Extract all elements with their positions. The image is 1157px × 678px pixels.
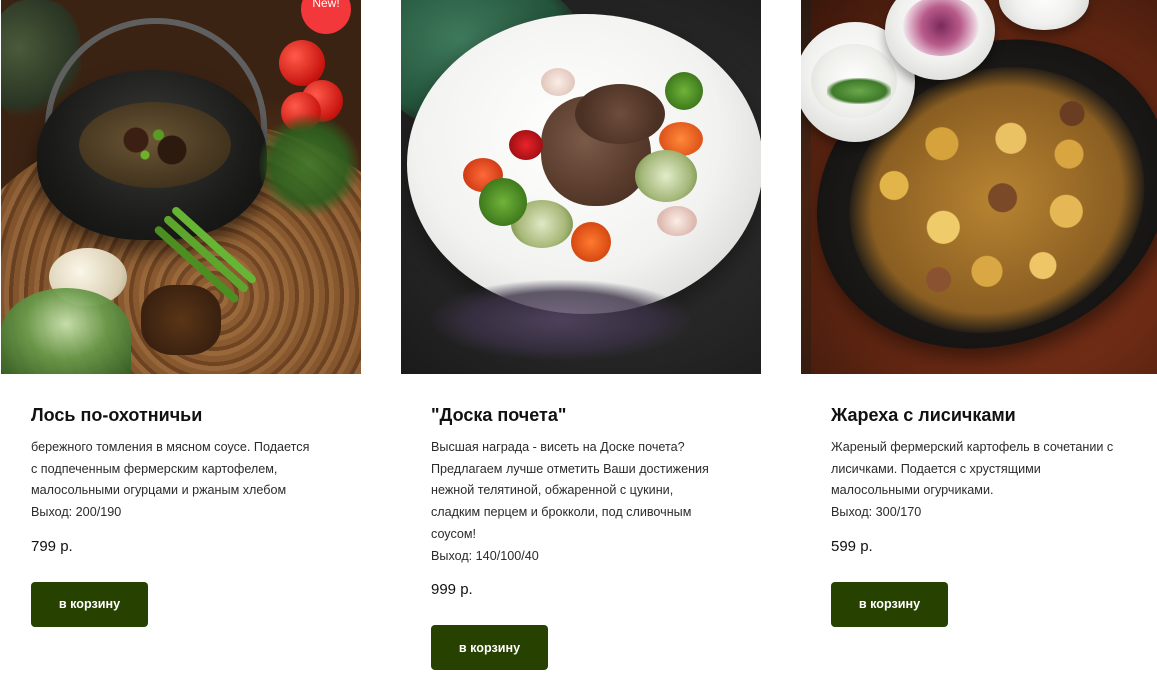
rye-bread (141, 285, 221, 355)
add-to-cart-button[interactable]: в корзину (431, 625, 548, 671)
broccoli (665, 72, 703, 110)
veal (575, 84, 665, 144)
onion (541, 68, 575, 96)
product-price: 599 р. (831, 537, 873, 555)
product-card: New! Лось по-охотничьи бережного томлени… (1, 0, 361, 627)
product-description: бережного томления в мясном соусе. Подае… (31, 440, 310, 498)
zucchini (635, 150, 697, 202)
red-pepper (509, 130, 543, 160)
product-title[interactable]: "Доска почета" (431, 404, 731, 426)
onion (657, 206, 697, 236)
product-card: Жареха с лисичками Жареный фермерский ка… (801, 0, 1157, 627)
product-price: 999 р. (431, 581, 473, 599)
broccoli (479, 178, 527, 226)
pickles-jar (1, 288, 131, 374)
product-title[interactable]: Лось по-охотничьи (31, 404, 331, 426)
product-photo[interactable] (401, 0, 761, 374)
product-photo[interactable]: New! (1, 0, 361, 374)
dill (259, 110, 359, 220)
product-title[interactable]: Жареха с лисичками (831, 404, 1127, 426)
meat-with-herbs (109, 120, 199, 170)
product-yield: Выход: 200/190 (31, 505, 122, 520)
dill (827, 78, 891, 104)
product-description: Высшая награда - висеть на Доске почета?… (431, 440, 709, 541)
product-price: 799 р. (31, 537, 73, 555)
add-to-cart-button[interactable]: в корзину (831, 581, 948, 627)
add-to-cart-button[interactable]: в корзину (31, 581, 148, 627)
product-yield: Выход: 140/100/40 (431, 548, 539, 563)
lavender-sprig (431, 280, 691, 360)
product-card: "Доска почета" Высшая награда - висеть н… (401, 0, 761, 671)
product-photo[interactable] (801, 0, 1157, 374)
product-description: Жареный фермерский картофель в сочетании… (831, 440, 1114, 498)
product-yield: Выход: 300/170 (831, 505, 922, 520)
tomato (279, 40, 325, 86)
carrot (571, 222, 611, 262)
new-badge: New! (301, 0, 351, 34)
